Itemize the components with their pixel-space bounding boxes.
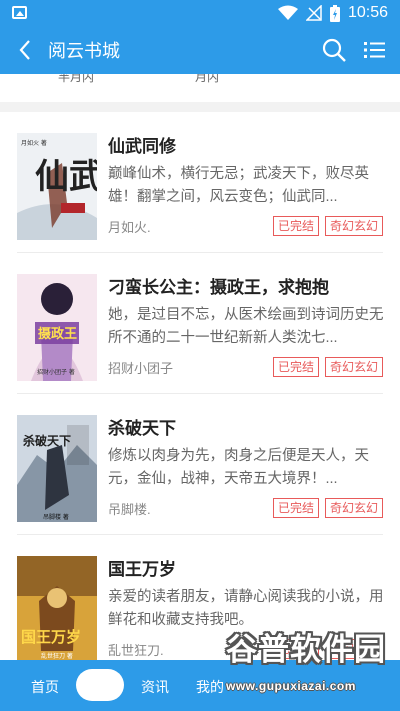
genre-badge: 奇幻玄幻 (324, 357, 383, 377)
status-time: 10:56 (347, 4, 388, 21)
watermark-logo: 谷普软件园 www.gupuxiazai.com (216, 624, 396, 706)
book-cover: 摄政王 招财小团子 著 (17, 274, 97, 381)
nav-home[interactable]: 首页 (31, 677, 59, 697)
book-title[interactable]: 国王万岁 (108, 555, 176, 580)
cover-title: 仙武 (35, 157, 97, 197)
nav-news[interactable]: 资讯 (141, 677, 169, 697)
status-bar: 10:56 (0, 0, 400, 26)
status-badge: 已完结 (272, 357, 319, 377)
chevron-left-icon[interactable] (12, 36, 40, 64)
book-title[interactable]: 仙武同修 (108, 132, 176, 157)
book-list: 仙武 月如火 著 仙武同修 巅峰仙术，横行无忌；武凌天下，败尽英雄！翻掌之间，风… (0, 112, 400, 660)
status-badge: 已完结 (272, 498, 319, 518)
search-icon[interactable] (320, 36, 348, 64)
book-cover: 杀破天下 吊脚楼 著 (17, 415, 97, 522)
cover-author: 月如火 著 (21, 139, 47, 147)
book-item[interactable]: 仙武 月如火 著 仙武同修 巅峰仙术，横行无忌；武凌天下，败尽英雄！翻掌之间，风… (0, 112, 400, 252)
cover-title: 杀破天下 (23, 433, 71, 448)
list-menu-icon[interactable] (360, 36, 388, 64)
book-author: 招财小团子 (108, 361, 174, 376)
battery-charging-icon (329, 4, 340, 22)
filter-tab-half-month[interactable]: 半月内 (58, 74, 94, 85)
status-badge: 已完结 (272, 216, 319, 236)
book-title[interactable]: 刁蛮长公主：摄政王，求抱抱 (108, 273, 329, 298)
book-author: 月如火. (108, 220, 151, 235)
nav-toggle-pill[interactable] (76, 669, 124, 701)
cover-author: 吊脚楼 著 (43, 513, 69, 521)
gallery-icon (12, 6, 27, 19)
status-icons: 10:56 (277, 4, 388, 22)
watermark-title: 谷普软件园 (226, 632, 386, 667)
book-cover: 仙武 月如火 著 (17, 133, 97, 240)
filter-tab-month[interactable]: 月内 (195, 74, 219, 85)
book-author: 吊脚楼. (108, 502, 151, 517)
cover-author: 乱世狂刀 著 (41, 652, 73, 660)
page-title: 阅云书城 (48, 41, 120, 61)
cover-title: 国王万岁 (21, 628, 81, 646)
book-item[interactable]: 摄政王 招财小团子 著 刁蛮长公主：摄政王，求抱抱 她，是过目不忘，从医术绘画到… (0, 253, 400, 393)
cover-author: 招财小团子 著 (37, 368, 75, 376)
filter-tabs-peek: 半月内 月内 (0, 74, 400, 102)
watermark-url: www.gupuxiazai.com (226, 679, 356, 693)
book-title[interactable]: 杀破天下 (108, 414, 176, 439)
genre-badge: 奇幻玄幻 (324, 216, 383, 236)
book-description: 修炼以肉身为先，肉身之后便是天人，天元，金仙，战神，天帝五大境界！... (108, 448, 369, 487)
book-description: 她，是过目不忘，从医术绘画到诗词历史无所不通的二十一世纪新新人类沈七... (108, 307, 384, 346)
wifi-icon (277, 5, 298, 20)
cover-title: 摄政王 (38, 326, 77, 342)
book-cover: 国王万岁 乱世狂刀 著 (17, 556, 97, 660)
book-item[interactable]: 杀破天下 吊脚楼 著 杀破天下 修炼以肉身为先，肉身之后便是天人，天元，金仙，战… (0, 394, 400, 534)
no-signal-icon (305, 5, 322, 21)
book-author: 乱世狂刀. (108, 643, 164, 658)
genre-badge: 奇幻玄幻 (324, 498, 383, 518)
book-description: 巅峰仙术，横行无忌；武凌天下，败尽英雄！翻掌之间，风云变色；仙武同... (108, 166, 369, 205)
app-bar: 阅云书城 (0, 26, 400, 74)
